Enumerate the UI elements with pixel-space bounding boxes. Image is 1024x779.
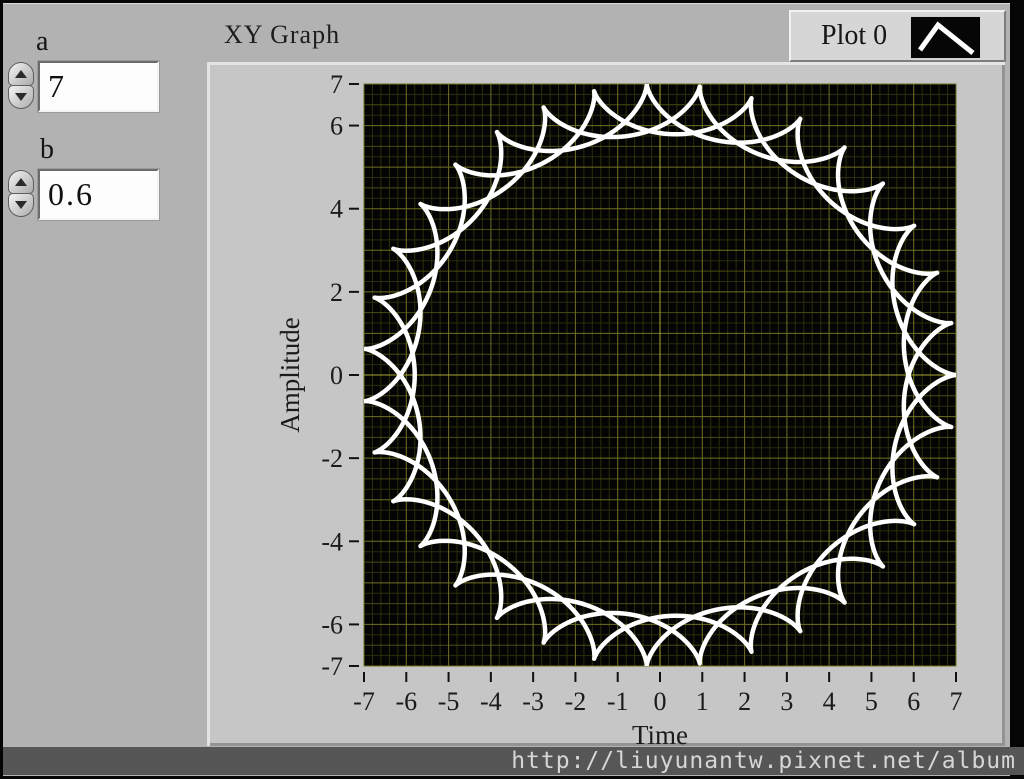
xy-graph-indicator: -7 -6 -5 -4 -3 -2 -1 0 1 2 3 4 5 6 7 7 6 4 2 0 -2 -4 -6 -7 Time A… xyxy=(207,62,1005,746)
plot-line-sample-icon xyxy=(910,16,981,59)
y-tick-label: 2 xyxy=(330,278,343,307)
x-tick-label: -3 xyxy=(522,687,544,716)
y-tick-label: 7 xyxy=(330,70,343,99)
graph-title: XY Graph xyxy=(224,20,341,49)
y-tick-label: 6 xyxy=(330,112,343,141)
x-tick-label: 6 xyxy=(907,687,920,716)
control-a-label: a xyxy=(36,26,49,57)
decrement-button[interactable] xyxy=(8,193,34,217)
y-tick-label: -6 xyxy=(321,610,343,639)
control-b-field[interactable]: 0.6 xyxy=(37,168,160,221)
watermark-url: http://liuyunantw.pixnet.net/album xyxy=(511,748,1016,774)
y-tick-label: 0 xyxy=(330,361,343,390)
y-tick-label: -7 xyxy=(321,652,343,681)
x-tick-label: -1 xyxy=(607,687,629,716)
x-tick-label: -7 xyxy=(353,687,375,716)
control-a-value: 7 xyxy=(48,68,66,104)
control-b-label: b xyxy=(40,134,54,165)
arrow-up-icon xyxy=(15,178,27,186)
x-tick-label: 1 xyxy=(696,687,709,716)
control-b-spinner xyxy=(8,170,34,218)
x-axis-label: Time xyxy=(632,720,688,746)
y-tick-label: -2 xyxy=(321,444,343,473)
arrow-down-icon xyxy=(15,93,27,101)
increment-button[interactable] xyxy=(8,62,34,86)
arrow-down-icon xyxy=(15,201,27,209)
y-axis-label: Amplitude xyxy=(275,317,305,433)
plot-legend-label: Plot 0 xyxy=(821,20,888,51)
control-a-field[interactable]: 7 xyxy=(37,60,160,113)
arrow-up-icon xyxy=(15,70,27,78)
x-tick-label: 4 xyxy=(823,687,836,716)
increment-button[interactable] xyxy=(8,170,34,194)
x-tick-label: -6 xyxy=(395,687,417,716)
x-tick-label: 3 xyxy=(780,687,793,716)
x-tick-label: -4 xyxy=(480,687,502,716)
x-tick-label: -2 xyxy=(565,687,587,716)
x-tick-label: 0 xyxy=(654,687,667,716)
y-tick-label: -4 xyxy=(321,527,343,556)
y-tick-label: 4 xyxy=(330,195,343,224)
x-tick-label: 7 xyxy=(950,687,963,716)
control-a-spinner xyxy=(8,62,34,110)
x-tick-label: 5 xyxy=(865,687,878,716)
x-tick-label: -5 xyxy=(438,687,460,716)
decrement-button[interactable] xyxy=(8,85,34,109)
labview-window: a 7 b 0.6 XY Graph Plot 0 -7 -6 -5 -4 -3 -2 -1… xyxy=(0,0,1024,779)
x-tick-label: 2 xyxy=(738,687,751,716)
xy-graph-plot: -7 -6 -5 -4 -3 -2 -1 0 1 2 3 4 5 6 776420-2-4-6-7TimeA… xyxy=(275,70,963,746)
plot-legend[interactable]: Plot 0 xyxy=(789,10,1006,62)
control-b-value: 0.6 xyxy=(48,176,94,212)
watermark-bar: http://liuyunantw.pixnet.net/album xyxy=(3,747,1024,775)
